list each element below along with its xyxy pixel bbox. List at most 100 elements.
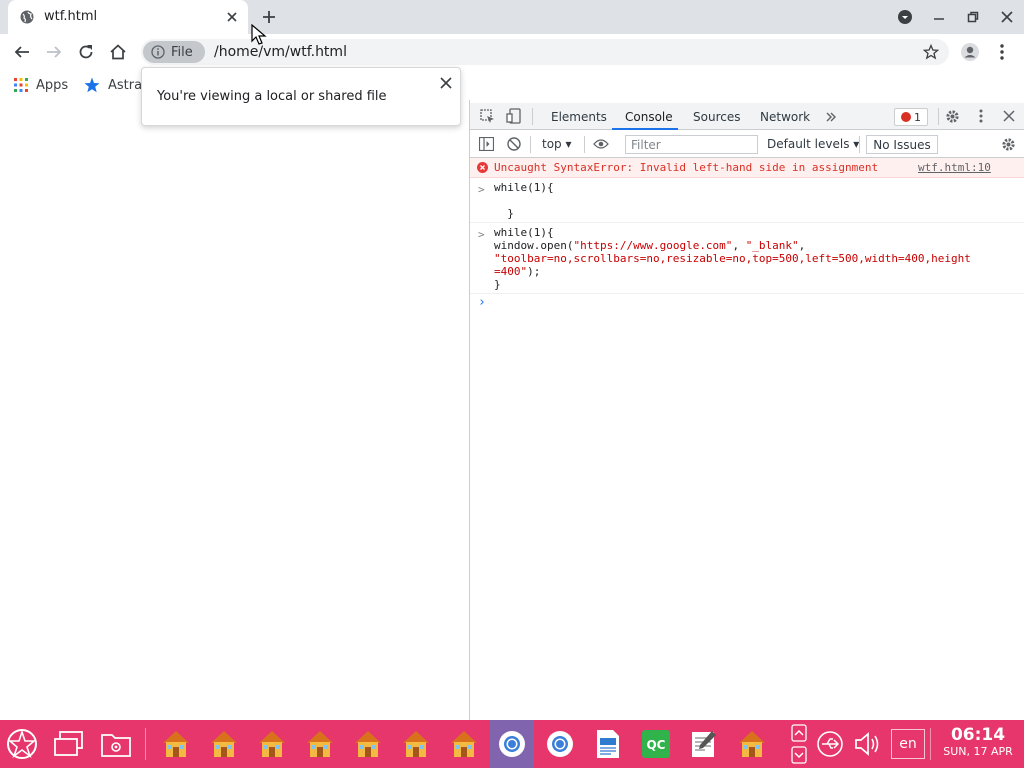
input-chevron-icon: > bbox=[478, 183, 485, 196]
site-info-chip[interactable]: File bbox=[143, 41, 205, 63]
separator bbox=[930, 728, 931, 760]
window-controls bbox=[888, 0, 1024, 34]
browser-toolbar: File /home/vm/wtf.html bbox=[0, 34, 1024, 70]
clock-time: 06:14 bbox=[950, 725, 1006, 745]
console-input-prompt[interactable]: › bbox=[478, 295, 486, 310]
error-count-badge[interactable]: 1 bbox=[894, 108, 928, 126]
bubble-close-icon[interactable] bbox=[439, 76, 453, 90]
window-switcher-icon[interactable] bbox=[52, 727, 86, 761]
chromium-icon[interactable] bbox=[543, 727, 577, 761]
tray-scroll-up-icon[interactable] bbox=[791, 724, 807, 742]
chromium-icon[interactable] bbox=[495, 727, 529, 761]
console-error-message: Uncaught SyntaxError: Invalid left-hand … bbox=[470, 158, 1024, 178]
usb-icon[interactable] bbox=[813, 727, 847, 761]
error-icon bbox=[477, 162, 488, 173]
home-folder-icon[interactable] bbox=[399, 727, 433, 761]
tab-console[interactable]: Console bbox=[625, 110, 673, 124]
input-chevron-icon: > bbox=[478, 228, 485, 241]
devtools-menu-icon[interactable] bbox=[979, 109, 983, 123]
console-entry: > while(1){ window.open("https://www.goo… bbox=[470, 224, 1024, 294]
bookmark-label: Astra bbox=[108, 77, 143, 93]
error-source-link[interactable]: wtf.html:10 bbox=[918, 161, 991, 174]
devtools-panel: Elements Console Sources Network 1 top ▾… bbox=[469, 100, 1024, 720]
console-entry: > while(1){ } bbox=[470, 179, 1024, 223]
home-folder-icon[interactable] bbox=[303, 727, 337, 761]
apps-grid-icon bbox=[14, 78, 28, 92]
home-folder-icon[interactable] bbox=[255, 727, 289, 761]
home-folder-icon[interactable] bbox=[735, 727, 769, 761]
device-toolbar-icon[interactable] bbox=[506, 108, 521, 124]
filter-input[interactable]: Filter bbox=[625, 135, 758, 154]
separator bbox=[938, 108, 939, 125]
close-icon[interactable] bbox=[990, 0, 1024, 34]
reload-icon[interactable] bbox=[76, 42, 96, 62]
info-icon bbox=[151, 45, 165, 59]
svg-text:QC: QC bbox=[646, 738, 665, 752]
minimize-icon[interactable] bbox=[922, 0, 956, 34]
qc-app-icon[interactable]: QC bbox=[639, 727, 673, 761]
tab-close-icon[interactable] bbox=[224, 9, 240, 25]
home-icon[interactable] bbox=[108, 42, 128, 62]
console-code: while(1){ window.open("https://www.googl… bbox=[494, 226, 971, 291]
inspect-element-icon[interactable] bbox=[480, 109, 495, 124]
bookmark-star-icon[interactable] bbox=[923, 44, 939, 60]
bookmark-astra[interactable]: Astra bbox=[84, 76, 142, 94]
console-toolbar: top ▾ Filter Default levels ▾ No Issues bbox=[470, 131, 1024, 158]
issues-button[interactable]: No Issues bbox=[866, 135, 938, 154]
tab-sources[interactable]: Sources bbox=[693, 110, 740, 124]
star-bookmark-icon bbox=[84, 77, 100, 93]
clear-console-icon[interactable] bbox=[507, 137, 521, 151]
separator bbox=[530, 136, 531, 153]
tab-elements[interactable]: Elements bbox=[551, 110, 607, 124]
home-folder-icon[interactable] bbox=[159, 727, 193, 761]
new-tab-button[interactable] bbox=[261, 9, 277, 25]
browser-tab[interactable]: wtf.html bbox=[8, 0, 248, 34]
home-folder-icon[interactable] bbox=[207, 727, 241, 761]
active-tab-indicator bbox=[612, 128, 678, 130]
sidebar-toggle-icon[interactable] bbox=[479, 137, 494, 151]
log-levels-dropdown[interactable]: Default levels ▾ bbox=[767, 137, 859, 151]
globe-icon bbox=[20, 10, 34, 24]
page-content[interactable] bbox=[0, 100, 470, 720]
bubble-message: You're viewing a local or shared file bbox=[157, 89, 387, 104]
menu-kebab-icon[interactable] bbox=[992, 42, 1012, 62]
tab-network[interactable]: Network bbox=[760, 110, 810, 124]
live-expression-eye-icon[interactable] bbox=[593, 139, 609, 149]
bookmark-apps[interactable]: Apps bbox=[14, 76, 68, 94]
keyboard-layout-indicator[interactable]: en bbox=[891, 729, 925, 759]
file-info-bubble: You're viewing a local or shared file bbox=[141, 67, 461, 126]
settings-gear-icon[interactable] bbox=[945, 109, 960, 124]
console-code: while(1){ } bbox=[494, 181, 554, 220]
tray-scroll-down-icon[interactable] bbox=[791, 746, 807, 764]
clock-date: SUN, 17 APR bbox=[943, 745, 1013, 758]
text-editor-icon[interactable] bbox=[687, 727, 721, 761]
restore-icon[interactable] bbox=[956, 0, 990, 34]
home-folder-icon[interactable] bbox=[351, 727, 385, 761]
start-menu-icon[interactable] bbox=[5, 727, 39, 761]
more-tabs-chevron-icon[interactable] bbox=[825, 111, 837, 123]
separator bbox=[145, 728, 146, 760]
console-settings-gear-icon[interactable] bbox=[1001, 137, 1016, 152]
chip-label: File bbox=[171, 44, 193, 60]
volume-icon[interactable] bbox=[851, 727, 885, 761]
clock[interactable]: 06:14 SUN, 17 APR bbox=[934, 726, 1022, 759]
profile-menu-icon[interactable] bbox=[888, 0, 922, 34]
bookmark-label: Apps bbox=[36, 77, 69, 93]
url-text: /home/vm/wtf.html bbox=[214, 44, 347, 60]
devtools-close-icon[interactable] bbox=[1003, 110, 1015, 122]
forward-icon[interactable] bbox=[44, 42, 64, 62]
separator bbox=[859, 136, 860, 153]
separator bbox=[532, 108, 533, 125]
profile-avatar-icon[interactable] bbox=[960, 42, 980, 62]
back-icon[interactable] bbox=[12, 42, 32, 62]
error-dot-icon bbox=[901, 112, 911, 122]
taskbar: QC en 06:14 SUN, 17 APR bbox=[0, 720, 1024, 768]
home-folder-icon[interactable] bbox=[447, 727, 481, 761]
devtools-tab-bar: Elements Console Sources Network 1 bbox=[470, 103, 1024, 130]
tab-strip: wtf.html bbox=[0, 0, 1024, 34]
context-selector[interactable]: top ▾ bbox=[542, 137, 572, 151]
tab-title: wtf.html bbox=[44, 9, 98, 24]
document-viewer-icon[interactable] bbox=[591, 727, 625, 761]
file-manager-icon[interactable] bbox=[99, 727, 133, 761]
error-text: Uncaught SyntaxError: Invalid left-hand … bbox=[494, 161, 879, 174]
